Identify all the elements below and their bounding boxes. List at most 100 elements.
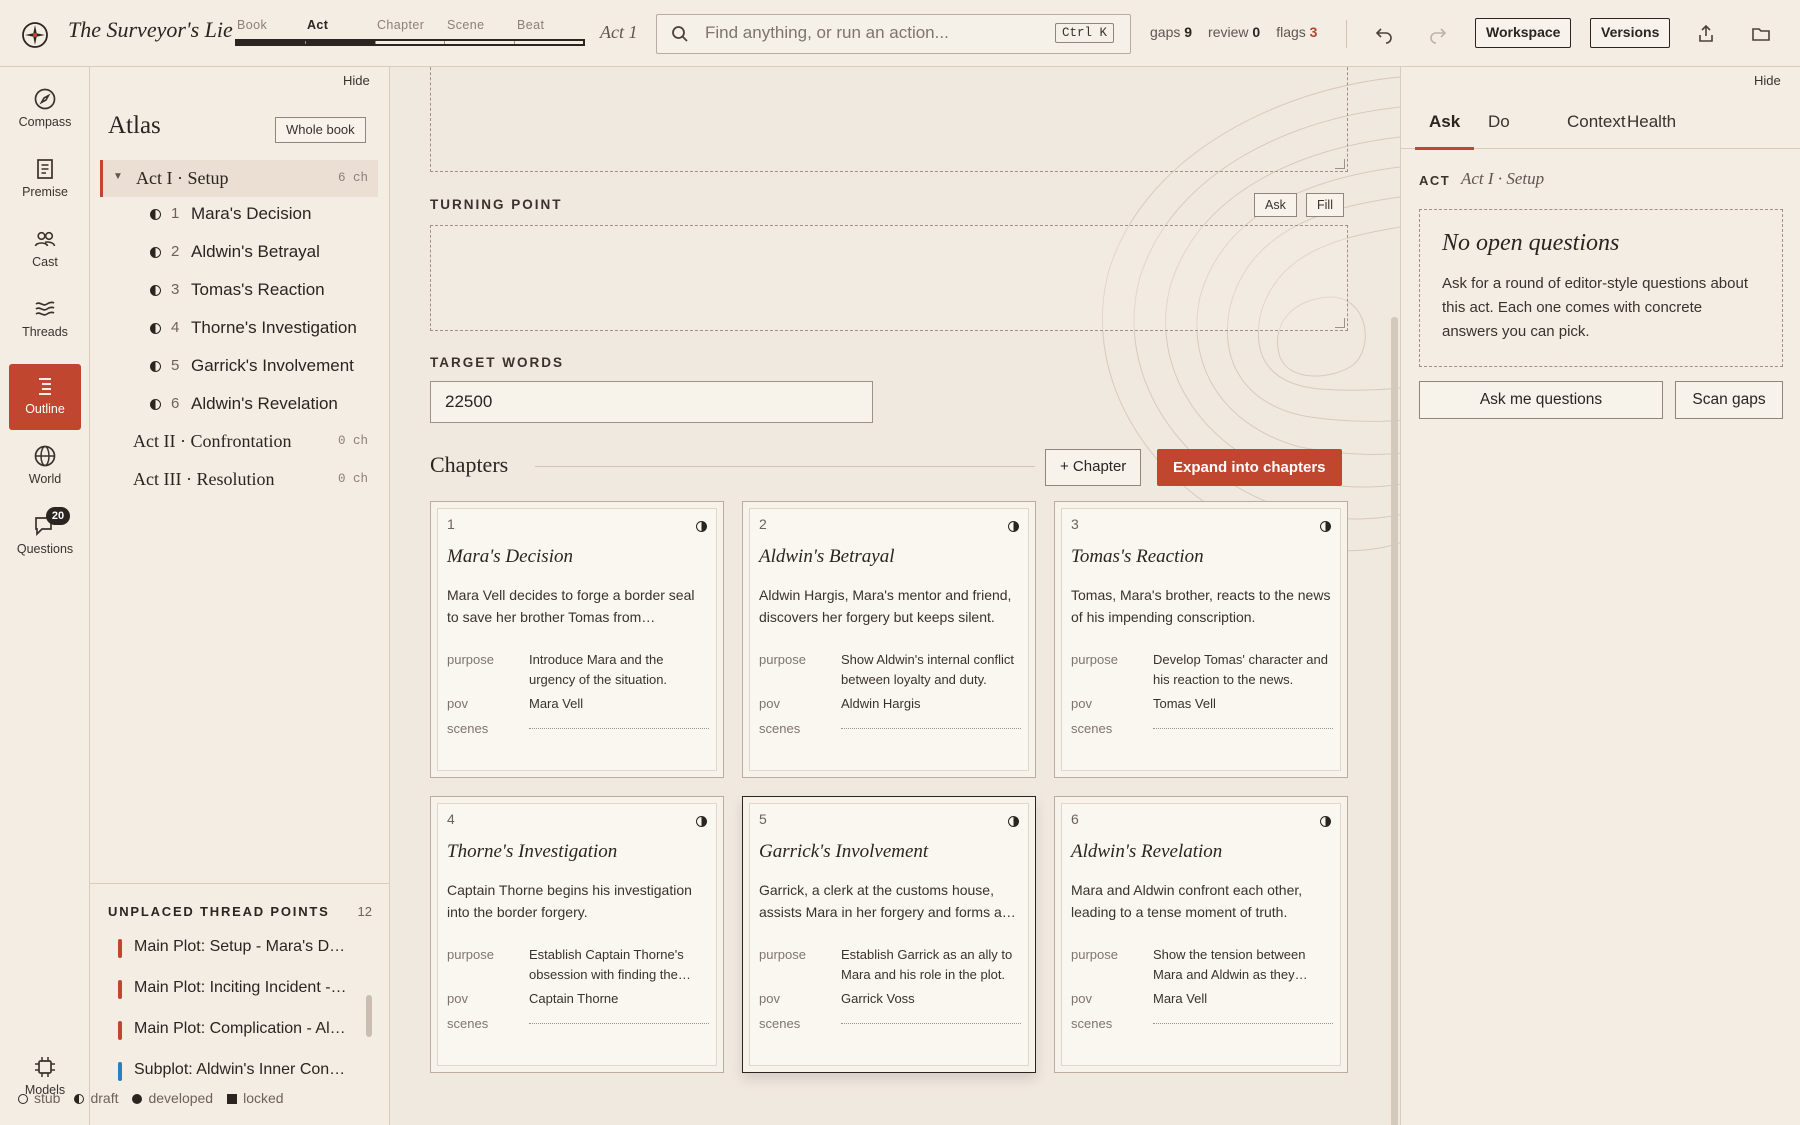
assistant-tabs: Ask Do Context Health [1401, 112, 1800, 150]
level-chapter[interactable]: Chapter [377, 18, 424, 32]
atlas-panel: Hide Atlas Whole book ▼ Act I · Setup 6 … [90, 67, 390, 1125]
chapters-heading: Chapters [430, 452, 509, 477]
draft-icon [74, 1094, 85, 1104]
chapter-card-scenes [529, 1023, 709, 1024]
atlas-chapter-6[interactable]: 6 Aldwin's Revelation [150, 390, 380, 420]
chapter-card-pov: Captain Thorne [529, 991, 619, 1006]
level-scene[interactable]: Scene [447, 18, 484, 32]
atlas-chapter-4[interactable]: 4 Thorne's Investigation [150, 314, 380, 344]
turning-point-ask-button[interactable]: Ask [1254, 193, 1297, 217]
versions-button[interactable]: Versions [1590, 18, 1671, 48]
level-book[interactable]: Book [237, 18, 267, 32]
atlas-chapter-3[interactable]: 3 Tomas's Reaction [150, 276, 380, 306]
unplaced-count: 12 [357, 904, 372, 919]
chapter-card-pov: Aldwin Hargis [841, 696, 921, 711]
locked-icon [227, 1094, 238, 1104]
thread-color-marker [118, 939, 122, 958]
draft-status-icon[interactable] [1008, 816, 1019, 827]
draft-status-icon [150, 209, 161, 220]
rail-item-premise[interactable]: Premise [9, 147, 81, 213]
tab-do[interactable]: Do [1486, 112, 1512, 149]
thread-point-item[interactable]: Main Plot: Complication - Aldwin [118, 1017, 358, 1047]
rail-item-outline[interactable]: Outline [9, 364, 81, 430]
chapter-card-3[interactable]: 3 Tomas's Reaction Tomas, Mara's brother… [1054, 501, 1348, 778]
act-row-act-1[interactable]: ▼ Act I · Setup 6 ch [100, 160, 378, 197]
command-search[interactable]: Find anything, or run an action... Ctrl … [656, 14, 1131, 54]
scan-gaps-button[interactable]: Scan gaps [1675, 381, 1783, 419]
turning-point-fill-button[interactable]: Fill [1306, 193, 1344, 217]
legend-developed: developed [132, 1090, 213, 1106]
redo-icon[interactable] [1424, 20, 1452, 48]
chapter-card-4[interactable]: 4 Thorne's Investigation Captain Thorne … [430, 796, 724, 1073]
flags-stat[interactable]: flags 3 [1276, 24, 1317, 40]
chapter-card-6[interactable]: 6 Aldwin's Revelation Mara and Aldwin co… [1054, 796, 1348, 1073]
act-row-act-3[interactable]: Act III · Resolution 0 ch [100, 461, 378, 498]
main-scrollbar[interactable] [1391, 317, 1398, 1125]
atlas-chapter-1[interactable]: 1 Mara's Decision [150, 200, 380, 230]
atlas-chapter-2[interactable]: 2 Aldwin's Betrayal [150, 238, 380, 268]
unplaced-scrollbar[interactable] [366, 995, 372, 1037]
folder-icon[interactable] [1747, 20, 1775, 48]
thread-point-item[interactable]: Main Plot: Inciting Incident - Aldwin [118, 976, 358, 1006]
whole-book-button[interactable]: Whole book [275, 117, 366, 143]
ask-me-questions-button[interactable]: Ask me questions [1419, 381, 1663, 419]
rail-item-questions[interactable]: 20 Questions [9, 504, 81, 570]
workspace-button[interactable]: Workspace [1475, 18, 1572, 48]
act-summary-textarea[interactable] [430, 67, 1348, 172]
atlas-hide-button[interactable]: Hide [343, 73, 370, 88]
chapter-card-5[interactable]: 5 Garrick's Involvement Garrick, a clerk… [742, 796, 1036, 1073]
chapter-card-pov: Garrick Voss [841, 991, 915, 1006]
chapter-card-synopsis: Tomas, Mara's brother, reacts to the new… [1071, 587, 1331, 625]
undo-icon[interactable] [1370, 20, 1398, 48]
status-legend: stub draft developed locked [18, 1090, 300, 1106]
rail-item-compass[interactable]: Compass [9, 77, 81, 143]
draft-status-icon[interactable] [1008, 521, 1019, 532]
export-icon[interactable] [1692, 20, 1720, 48]
top-bar: The Surveyor's Lie Book Act Chapter Scen… [0, 0, 1800, 67]
turning-point-textarea[interactable] [430, 225, 1348, 331]
target-words-input[interactable]: 22500 [430, 381, 873, 423]
chapter-card-synopsis: Mara and Aldwin confront each other, lea… [1071, 882, 1303, 920]
search-placeholder[interactable]: Find anything, or run an action... [705, 23, 949, 43]
threads-icon [35, 301, 55, 316]
draft-status-icon[interactable] [696, 816, 707, 827]
act-row-act-2[interactable]: Act II · Confrontation 0 ch [100, 423, 378, 460]
tab-health[interactable]: Health [1625, 112, 1678, 149]
level-selector[interactable]: Book Act Chapter Scene Beat [235, 18, 585, 48]
atlas-title: Atlas [108, 112, 161, 139]
chapter-card-scenes [841, 1023, 1021, 1024]
rail-item-cast[interactable]: Cast [9, 217, 81, 283]
app-title: The Surveyor's Lie [68, 17, 233, 42]
chapter-card-pov: Mara Vell [1153, 991, 1208, 1006]
people-icon [34, 231, 56, 247]
gaps-stat[interactable]: gaps 9 [1150, 24, 1192, 40]
rail-item-threads[interactable]: Threads [9, 287, 81, 353]
tab-context[interactable]: Context [1565, 112, 1628, 149]
expand-into-chapters-button[interactable]: Expand into chapters [1157, 449, 1342, 486]
add-chapter-button[interactable]: + Chapter [1045, 449, 1142, 486]
target-words-label: TARGET WORDS [430, 355, 564, 370]
outline-icon [39, 378, 51, 395]
atlas-chapter-5[interactable]: 5 Garrick's Involvement [150, 352, 380, 382]
rail-item-world[interactable]: World [9, 434, 81, 500]
level-beat[interactable]: Beat [517, 18, 544, 32]
chapter-card-pov: Tomas Vell [1153, 696, 1216, 711]
level-act[interactable]: Act [307, 18, 328, 32]
tab-ask[interactable]: Ask [1414, 112, 1475, 150]
draft-status-icon[interactable] [696, 521, 707, 532]
draft-status-icon[interactable] [1320, 816, 1331, 827]
chapter-card-1[interactable]: 1 Mara's Decision Mara Vell decides to f… [430, 501, 724, 778]
thread-point-item[interactable]: Main Plot: Setup - Mara's Decision [118, 935, 358, 965]
thread-point-item[interactable]: Subplot: Aldwin's Inner Conflict [118, 1058, 358, 1088]
compass-logo-icon[interactable] [20, 20, 50, 50]
chapter-card-scenes [529, 728, 709, 729]
chapter-card-title: Aldwin's Revelation [1071, 841, 1223, 862]
assistant-hide-button[interactable]: Hide [1754, 73, 1781, 88]
review-stat[interactable]: review 0 [1208, 24, 1260, 40]
toolbar-divider [1346, 20, 1347, 48]
caret-down-icon[interactable]: ▼ [113, 171, 123, 182]
turning-point-label: TURNING POINT [430, 197, 563, 212]
empty-questions-box: No open questions Ask for a round of edi… [1419, 209, 1783, 367]
draft-status-icon[interactable] [1320, 521, 1331, 532]
chapter-card-2[interactable]: 2 Aldwin's Betrayal Aldwin Hargis, Mara'… [742, 501, 1036, 778]
